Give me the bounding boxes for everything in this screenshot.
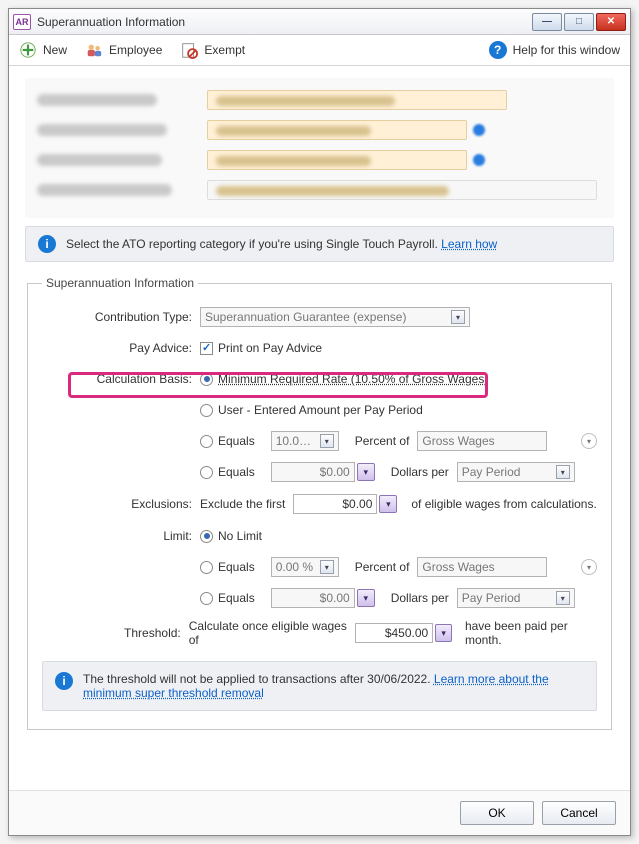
contribution-type-select[interactable]: Superannuation Guarantee (expense)▾ bbox=[200, 307, 470, 327]
plus-icon bbox=[19, 41, 37, 59]
threshold-info-banner: i The threshold will not be applied to t… bbox=[42, 661, 597, 711]
exempt-icon bbox=[180, 41, 198, 59]
section-legend: Superannuation Information bbox=[42, 276, 198, 290]
body: i Select the ATO reporting category if y… bbox=[9, 66, 630, 790]
calc-basis-user-entered-radio[interactable] bbox=[200, 404, 213, 417]
chevron-down-icon: ▾ bbox=[556, 591, 570, 605]
new-label: New bbox=[43, 43, 67, 57]
limit-equals-dollars-value[interactable]: $0.00 bbox=[271, 588, 355, 608]
window: AR Superannuation Information — □ ✕ New … bbox=[8, 8, 631, 836]
chevron-down-icon: ▾ bbox=[451, 310, 465, 324]
threshold-label: Threshold: bbox=[42, 626, 181, 640]
limit-equals-pct-value[interactable]: 0.00 %▾ bbox=[271, 557, 339, 577]
dropdown-glyph-icon[interactable]: ▾ bbox=[581, 559, 597, 575]
info-icon: i bbox=[55, 672, 73, 690]
help-link[interactable]: ? Help for this window bbox=[489, 41, 620, 59]
ato-info-banner: i Select the ATO reporting category if y… bbox=[25, 226, 614, 262]
ato-info-text: Select the ATO reporting category if you… bbox=[66, 237, 497, 251]
exempt-button[interactable]: Exempt bbox=[180, 41, 245, 59]
chevron-down-icon: ▾ bbox=[320, 560, 334, 574]
contribution-type-label: Contribution Type: bbox=[42, 310, 192, 324]
percent-of-label: Percent of bbox=[355, 434, 410, 448]
maximize-button[interactable]: □ bbox=[564, 13, 594, 31]
ok-button[interactable]: OK bbox=[460, 801, 534, 825]
footer: OK Cancel bbox=[9, 790, 630, 835]
titlebar: AR Superannuation Information — □ ✕ bbox=[9, 9, 630, 35]
employee-label: Employee bbox=[109, 43, 162, 57]
calc-basis-equals-pct-radio[interactable] bbox=[200, 435, 213, 448]
print-on-pay-advice-text: Print on Pay Advice bbox=[218, 341, 322, 355]
stepper-icon[interactable]: ▾ bbox=[379, 495, 397, 513]
threshold-info-text: The threshold will not be applied to tra… bbox=[83, 672, 434, 686]
employee-button[interactable]: Employee bbox=[85, 41, 162, 59]
limit-equals-dollars-radio[interactable] bbox=[200, 592, 213, 605]
blurred-config bbox=[25, 78, 614, 218]
threshold-amount-input[interactable]: $450.00 bbox=[355, 623, 433, 643]
calc-basis-user-entered-text: User - Entered Amount per Pay Period bbox=[218, 403, 423, 417]
calc-basis-min-rate-text: Minimum Required Rate (10.50% of Gross W… bbox=[218, 372, 488, 386]
calc-dollars-per-select[interactable]: Pay Period▾ bbox=[457, 462, 575, 482]
cancel-button[interactable]: Cancel bbox=[542, 801, 616, 825]
limit-dollars-per-select[interactable]: Pay Period▾ bbox=[457, 588, 575, 608]
chevron-down-icon: ▾ bbox=[556, 465, 570, 479]
toolbar: New Employee Exempt ? Help for this wind… bbox=[9, 35, 630, 66]
help-label: Help for this window bbox=[513, 43, 620, 57]
calc-basis-equals-dollars-text: Equals bbox=[218, 465, 255, 479]
dollars-per-label: Dollars per bbox=[391, 465, 449, 479]
new-button[interactable]: New bbox=[19, 41, 67, 59]
exclusions-suffix: of eligible wages from calculations. bbox=[411, 497, 596, 511]
limit-percent-of-select[interactable]: Gross Wages bbox=[417, 557, 547, 577]
chevron-down-icon: ▾ bbox=[320, 434, 334, 448]
limit-label: Limit: bbox=[42, 529, 192, 543]
app-badge: AR bbox=[13, 14, 31, 30]
exclusions-amount-input[interactable]: $0.00 bbox=[293, 494, 377, 514]
minimize-button[interactable]: — bbox=[532, 13, 562, 31]
calc-percent-of-select[interactable]: Gross Wages bbox=[417, 431, 547, 451]
calc-basis-equals-pct-text: Equals bbox=[218, 434, 255, 448]
window-title: Superannuation Information bbox=[37, 15, 532, 29]
exclusions-label: Exclusions: bbox=[42, 497, 192, 511]
pay-advice-label: Pay Advice: bbox=[42, 341, 192, 355]
exempt-label: Exempt bbox=[204, 43, 245, 57]
dropdown-glyph-icon[interactable]: ▾ bbox=[581, 433, 597, 449]
print-on-pay-advice-checkbox[interactable] bbox=[200, 342, 213, 355]
close-button[interactable]: ✕ bbox=[596, 13, 626, 31]
calculation-basis-label: Calculation Basis: bbox=[42, 372, 192, 386]
threshold-prefix: Calculate once eligible wages of bbox=[189, 619, 348, 647]
help-icon: ? bbox=[489, 41, 507, 59]
calc-equals-pct-value[interactable]: 10.0…▾ bbox=[271, 431, 339, 451]
stepper-icon[interactable]: ▾ bbox=[357, 463, 375, 481]
stepper-icon[interactable]: ▾ bbox=[357, 589, 375, 607]
super-info-section: Superannuation Information Contribution … bbox=[27, 276, 612, 730]
info-icon: i bbox=[38, 235, 56, 253]
calc-basis-min-rate-radio[interactable] bbox=[200, 373, 213, 386]
limit-nolimit-radio[interactable] bbox=[200, 530, 213, 543]
limit-nolimit-text: No Limit bbox=[218, 529, 262, 543]
ato-learn-how-link[interactable]: Learn how bbox=[441, 237, 497, 251]
limit-equals-pct-radio[interactable] bbox=[200, 561, 213, 574]
threshold-suffix: have been paid per month. bbox=[465, 619, 597, 647]
employee-icon bbox=[85, 41, 103, 59]
exclusions-prefix: Exclude the first bbox=[200, 497, 285, 511]
stepper-icon[interactable]: ▾ bbox=[435, 624, 452, 642]
calc-equals-dollars-value[interactable]: $0.00 bbox=[271, 462, 355, 482]
calc-basis-equals-dollars-radio[interactable] bbox=[200, 466, 213, 479]
